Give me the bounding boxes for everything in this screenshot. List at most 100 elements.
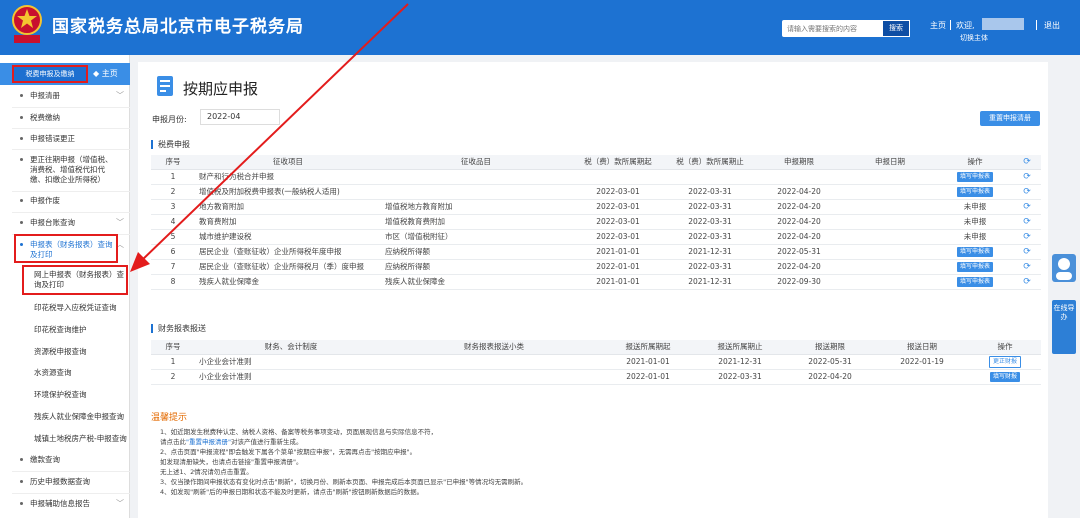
divider (12, 212, 130, 213)
sidebar-item-label: 申报辅助信息报告 (30, 499, 90, 508)
switch-user-link[interactable]: 切换主体 (960, 33, 988, 43)
table-cell: 2022-03-31 (665, 259, 755, 275)
column-header: 申报日期 (843, 155, 937, 170)
table-cell (665, 169, 755, 185)
month-input[interactable]: 2022-04 (200, 109, 280, 125)
column-header: 报送所属期起 (601, 340, 695, 355)
sidebar-subitem-resource-tax[interactable]: 资源税申报查询 (0, 347, 130, 357)
divider (12, 149, 130, 150)
column-header: 报送日期 (875, 340, 969, 355)
sidebar-subitem-stamp-maintain[interactable]: 印花税查询维护 (0, 325, 130, 335)
sidebar-item-history-query[interactable]: 历史申报数据查询 (0, 477, 130, 487)
tip-text: 对该产值进行重新生成。 (230, 438, 303, 446)
refresh-icon[interactable]: ⟳ (1013, 214, 1041, 230)
sidebar-item-error-correction[interactable]: 申报错误更正 (0, 134, 130, 144)
tip-text: 3、仅当操作期间申报状态有变化时点击"刷新"，切换月份、刷新本页面、申报完成后本… (160, 478, 528, 486)
document-icon (157, 76, 173, 96)
sidebar-subitem-land-property-tax[interactable]: 城镇土地税房产税-申报查询 (0, 434, 130, 444)
sidebar-item-past-correction[interactable]: 更正往期申报（增值税、 消费税、增值税代扣代 缴、扣缴企业所得税） (0, 155, 130, 185)
table-row: 7 居民企业（查账征收）企业所得税月（季）度申报 应纳税所得额 2022-01-01 2… (151, 259, 1041, 275)
divider (12, 107, 130, 108)
table-cell: 2022-04-20 (755, 199, 843, 215)
table-cell: 财产和行为税合并申报 (195, 169, 381, 185)
table-cell: 2022-05-31 (755, 244, 843, 260)
tax-declaration-table: 序号 征收项目 征收品目 税（费）款所属期起 税（费）款所属期止 申报期限 申报… (151, 155, 1041, 290)
sidebar-subitem-water-resource[interactable]: 水资源查询 (0, 368, 130, 378)
refresh-all-icon[interactable]: ⟳ (1013, 155, 1041, 170)
sidebar-item-payment-query[interactable]: 缴款查询 (0, 455, 130, 465)
sidebar-home-link[interactable]: ◆ 主页 (93, 68, 118, 79)
financial-report-table: 序号 财务、会计制度 财务报表报送小类 报送所属期起 报送所属期止 报送期限 报… (151, 340, 1041, 385)
refresh-icon[interactable]: ⟳ (1013, 274, 1041, 290)
tab-tax-declaration[interactable]: 税费申报及缴纳 (12, 65, 88, 83)
sidebar-item-label: 申报清册 (30, 91, 60, 100)
table-header-row: 序号 征收项目 征收品目 税（费）款所属期起 税（费）款所属期止 申报期限 申报… (151, 155, 1041, 170)
site-title: 国家税务总局北京市电子税务局 (52, 17, 304, 37)
fill-report-button[interactable]: 填写财报 (989, 372, 1020, 382)
status-text: 未申报 (963, 217, 987, 226)
fill-declaration-button[interactable]: 填写申报表 (956, 277, 993, 287)
table-row: 1 小企业会计准则 2021-01-01 2021-12-31 2022-05-31 20… (151, 354, 1041, 370)
highlight-box (14, 234, 118, 263)
table-cell (387, 369, 601, 385)
correct-report-button[interactable]: 更正财报 (988, 355, 1021, 368)
sidebar-item-auxiliary-report[interactable]: 申报辅助信息报告 ﹀ (0, 499, 130, 509)
fill-declaration-button[interactable]: 填写申报表 (956, 247, 993, 257)
sidebar-subitem-environment-tax[interactable]: 环境保护税查询 (0, 390, 130, 400)
table-cell: 2022-05-31 (785, 354, 875, 370)
sidebar-subitem-disability-fund[interactable]: 残疾人就业保障金申报查询 (0, 412, 130, 422)
logout-link[interactable]: 退出 (1044, 20, 1060, 31)
masked-username (982, 18, 1024, 30)
sidebar-item-tax-payment[interactable]: 税费缴纳 (0, 113, 130, 123)
column-header: 报送所属期止 (695, 340, 785, 355)
financial-table-body: 1 小企业会计准则 2021-01-01 2021-12-31 2022-05-31 20… (151, 354, 1041, 385)
table-cell: 居民企业（查账征收）企业所得税年度申报 (195, 244, 381, 260)
refresh-icon[interactable]: ⟳ (1013, 184, 1041, 200)
home-icon: ◆ (93, 69, 100, 78)
reset-list-link[interactable]: "重置申报清册" (186, 438, 231, 446)
table-row: 8 残疾人就业保障金 残疾人就业保障金 2021-01-01 2021-12-31 202… (151, 274, 1041, 290)
month-label: 申报月份: (152, 115, 187, 124)
column-header: 税（费）款所属期起 (571, 155, 665, 170)
table-cell: 2 (151, 369, 195, 385)
table-header-row: 序号 财务、会计制度 财务报表报送小类 报送所属期起 报送所属期止 报送期限 报… (151, 340, 1041, 355)
fill-declaration-button[interactable]: 填写申报表 (956, 187, 993, 197)
refresh-icon[interactable]: ⟳ (1013, 244, 1041, 260)
tip-text: 1、如近期发生税费种认定、纳税人资格、备案等税务事项变动，页面展现信息与实际信息… (160, 428, 438, 436)
tip-text: 如发现清册缺失，也请点击链接"重置申报清册"。 (160, 458, 303, 466)
table-cell (843, 259, 937, 275)
refresh-icon[interactable]: ⟳ (1013, 169, 1041, 185)
tip-line: 请点击此"重置申报清册"对该产值进行重新生成。 (160, 438, 302, 447)
divider (12, 471, 130, 472)
table-cell-action: 未申报 (937, 199, 1013, 215)
table-row: 3 地方教育附加 增值税地方教育附加 2022-03-01 2022-03-31 2022… (151, 199, 1041, 215)
sidebar-item-void-declaration[interactable]: 申报作废 (0, 196, 130, 206)
table-cell (843, 214, 937, 230)
refresh-icon[interactable]: ⟳ (1013, 199, 1041, 215)
table-cell: 2022-03-01 (571, 199, 665, 215)
fill-declaration-button[interactable]: 填写申报表 (956, 172, 993, 182)
column-header: 操作 (937, 155, 1013, 170)
table-row: 4 教育费附加 增值税教育费附加 2022-03-01 2022-03-31 2022-0… (151, 214, 1041, 230)
refresh-icon[interactable]: ⟳ (1013, 229, 1041, 245)
search-button[interactable]: 搜索 (882, 20, 910, 37)
refresh-icon[interactable]: ⟳ (1013, 259, 1041, 275)
online-guide-panel[interactable]: 在线导办 (1052, 254, 1076, 354)
fill-declaration-button[interactable]: 填写申报表 (956, 262, 993, 272)
search-input[interactable] (782, 20, 882, 37)
sidebar-subitem-stamp-import[interactable]: 印花税导入应税凭证查询 (0, 303, 130, 313)
table-cell-action: 未申报 (937, 229, 1013, 245)
table-cell (843, 169, 937, 185)
bullet-icon (20, 199, 23, 202)
table-cell-action: 填写申报表 (937, 274, 1013, 290)
chevron-down-icon: ﹀ (116, 91, 124, 100)
sidebar-item-ledger-query[interactable]: 申报台账查询 ﹀ (0, 218, 130, 228)
sidebar-item-declaration-list[interactable]: 申报清册 ﹀ (0, 91, 130, 101)
sidebar-item-label: 历史申报数据查询 (30, 477, 90, 486)
sidebar-item-label: 申报台账查询 (30, 218, 75, 227)
welcome-text: 欢迎, (956, 21, 975, 30)
table-cell-action: 填写申报表 (937, 259, 1013, 275)
service-avatar-icon (1052, 254, 1076, 282)
home-link[interactable]: 主页 (930, 20, 946, 31)
reset-list-button[interactable]: 重置申报清册 (980, 111, 1040, 126)
